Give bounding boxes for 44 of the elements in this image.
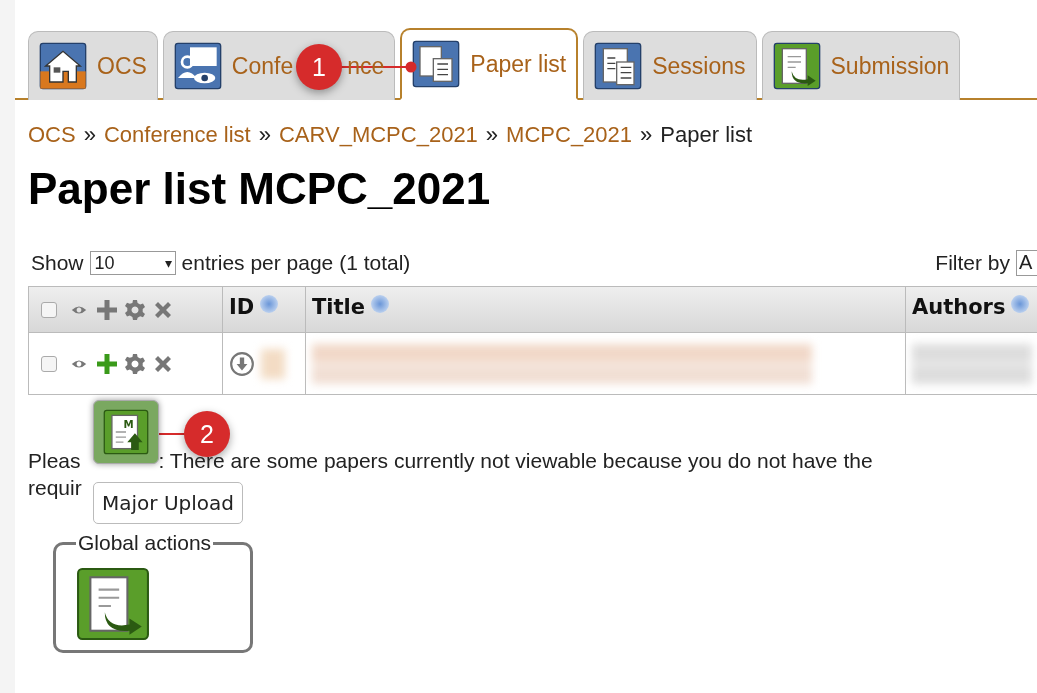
caret-icon: ▾ xyxy=(164,255,175,271)
checkbox[interactable] xyxy=(41,355,57,372)
document-list-icon xyxy=(412,40,461,88)
gear-icon[interactable] xyxy=(123,297,147,322)
entries-label: entries per page (1 total) xyxy=(181,251,411,275)
filter-select[interactable]: A xyxy=(1016,250,1037,276)
column-header[interactable]: Authors xyxy=(906,287,1037,332)
tab[interactable]: OCS xyxy=(28,31,158,100)
breadcrumb-link[interactable]: CARV_MCPC_2021 xyxy=(278,122,478,148)
notice-text: Pleas xyxy=(28,448,81,474)
notice-text: requir xyxy=(28,475,82,501)
sort-icon[interactable] xyxy=(260,295,279,313)
tab[interactable]: Submission xyxy=(761,31,961,100)
show-label: Show xyxy=(31,251,84,275)
tab[interactable]: Sessions xyxy=(583,31,757,100)
breadcrumb-current: Paper list xyxy=(660,122,753,148)
breadcrumb-separator: » xyxy=(83,122,96,148)
checkbox[interactable] xyxy=(41,301,57,318)
upload-popup[interactable]: M xyxy=(93,400,159,464)
entries-select[interactable]: 10 ▾ xyxy=(89,251,176,275)
presenter-icon xyxy=(173,42,222,90)
breadcrumb-link[interactable]: Conference list xyxy=(103,122,251,148)
tab[interactable]: Paper list xyxy=(400,28,579,100)
global-actions-legend: Global actions xyxy=(76,531,214,555)
filter-label: Filter by xyxy=(935,251,1010,275)
tooltip: Major Upload xyxy=(93,482,243,524)
breadcrumb-separator: » xyxy=(640,122,653,148)
column-header[interactable]: ID xyxy=(223,287,306,332)
column-header[interactable]: Title xyxy=(306,287,906,332)
plus-icon[interactable] xyxy=(95,351,119,376)
plus-icon[interactable] xyxy=(95,297,119,322)
breadcrumb-separator: » xyxy=(485,122,499,148)
breadcrumb-separator: » xyxy=(258,122,271,148)
page-heading: Paper list MCPC_2021 xyxy=(28,164,492,214)
blurred-text xyxy=(261,348,285,379)
download-icon[interactable] xyxy=(229,350,255,377)
gear-icon[interactable] xyxy=(123,351,147,376)
sort-icon[interactable] xyxy=(371,295,389,313)
schedule-document-icon xyxy=(594,42,643,90)
document-upload-icon[interactable]: M xyxy=(103,409,149,455)
breadcrumb-link[interactable]: MCPC_2021 xyxy=(506,122,633,148)
house-icon xyxy=(39,42,87,90)
sort-icon[interactable] xyxy=(1011,295,1030,313)
breadcrumb-link[interactable]: OCS xyxy=(28,122,76,148)
